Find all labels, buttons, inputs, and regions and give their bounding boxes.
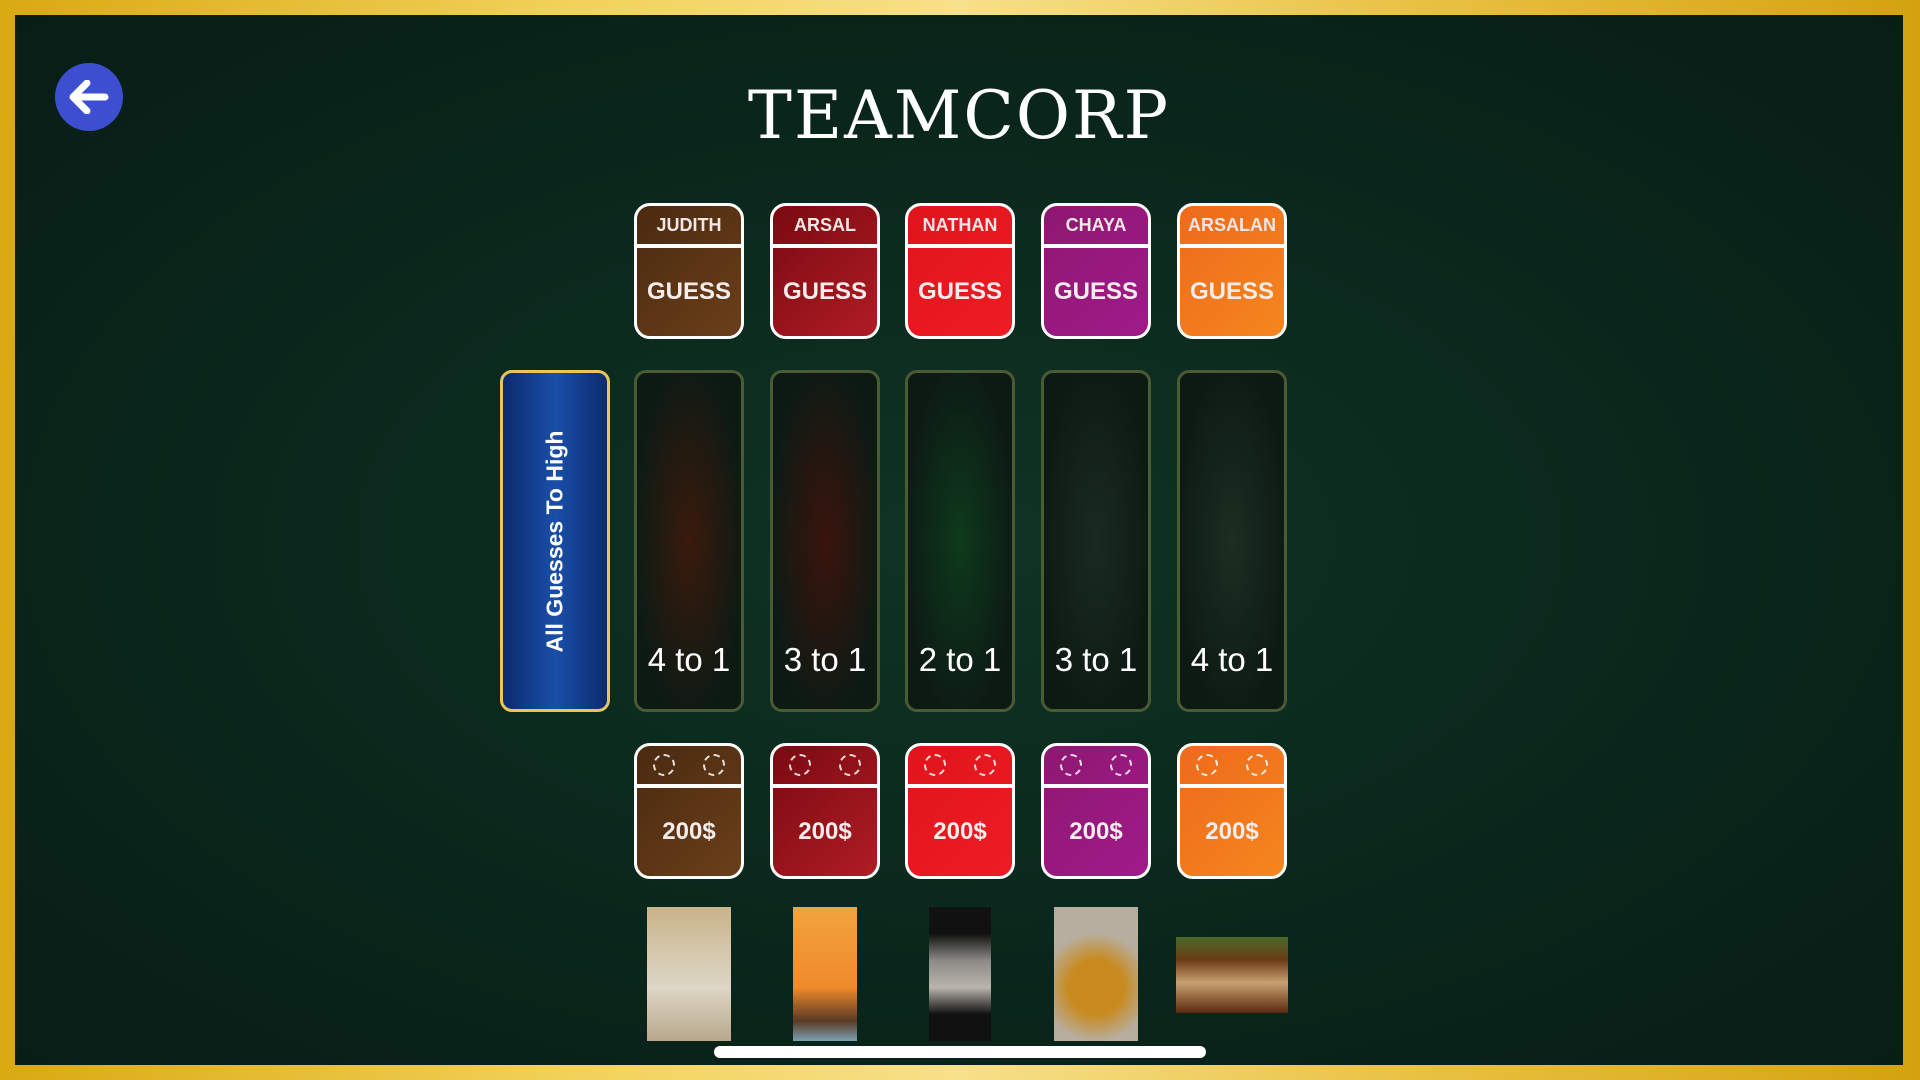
page-title: TEAMCORP [747,77,1171,154]
thumbnail-photo-sailing-ship-sunset[interactable] [793,907,857,1041]
thumbnail-screenshot-game-ui[interactable] [1176,937,1288,1013]
bet-chip-card-1[interactable]: 200$ [770,743,880,879]
odds-label: 3 to 1 [783,641,867,678]
home-indicator[interactable] [714,1046,1206,1058]
bet-chip-card-2[interactable]: 200$ [905,743,1015,879]
odds-label: 4 to 1 [647,641,731,678]
bet-chip-card-3[interactable]: 200$ [1041,743,1151,879]
guess-button-2[interactable]: NATHAN GUESS [905,203,1015,339]
odds-column-4[interactable]: 4 to 1 [1177,370,1287,712]
thumbnail-photo-child-hallway[interactable] [647,907,731,1041]
poker-chip-icon [1246,754,1268,776]
poker-chip-icon [1060,754,1082,776]
guess-button-4[interactable]: ARSALAN GUESS [1177,203,1287,339]
thumbnail-photo-food-dish[interactable] [1054,907,1138,1041]
bet-amount: 200$ [1205,818,1259,845]
bet-amount: 200$ [662,818,716,845]
guess-button-3[interactable]: CHAYA GUESS [1041,203,1151,339]
game-screen: TEAMCORP All Guesses To High JUDITH GUES… [15,15,1903,1065]
player-name: ARSAL [773,206,877,248]
odds-label: 4 to 1 [1190,641,1274,678]
bet-chip-card-4[interactable]: 200$ [1177,743,1287,879]
player-name: CHAYA [1044,206,1148,248]
guess-button-1[interactable]: ARSAL GUESS [770,203,880,339]
guess-label: GUESS [1053,278,1139,305]
guess-label: GUESS [1189,278,1275,305]
guess-label: GUESS [782,278,868,305]
bet-chip-card-0[interactable]: 200$ [634,743,744,879]
poker-chip-icon [839,754,861,776]
guess-label: GUESS [646,278,732,305]
poker-chip-icon [1110,754,1132,776]
bet-amount: 200$ [1069,818,1123,845]
player-name: NATHAN [908,206,1012,248]
odds-column-3[interactable]: 3 to 1 [1041,370,1151,712]
bet-amount: 200$ [798,818,852,845]
poker-chip-icon [924,754,946,776]
odds-column-0[interactable]: 4 to 1 [634,370,744,712]
odds-label: 2 to 1 [918,641,1002,678]
all-guesses-label: All Guesses To High [541,430,568,652]
thumbnail-screenshot-post-old-man[interactable] [929,907,991,1041]
odds-column-2[interactable]: 2 to 1 [905,370,1015,712]
bet-amount: 200$ [933,818,987,845]
guess-label: GUESS [917,278,1003,305]
guess-button-0[interactable]: JUDITH GUESS [634,203,744,339]
player-name: JUDITH [637,206,741,248]
poker-chip-icon [653,754,675,776]
poker-chip-icon [974,754,996,776]
all-guesses-to-high-button[interactable]: All Guesses To High [500,370,610,712]
odds-label: 3 to 1 [1054,641,1138,678]
poker-chip-icon [703,754,725,776]
odds-column-1[interactable]: 3 to 1 [770,370,880,712]
player-name: ARSALAN [1180,206,1284,248]
poker-chip-icon [1196,754,1218,776]
poker-chip-icon [789,754,811,776]
